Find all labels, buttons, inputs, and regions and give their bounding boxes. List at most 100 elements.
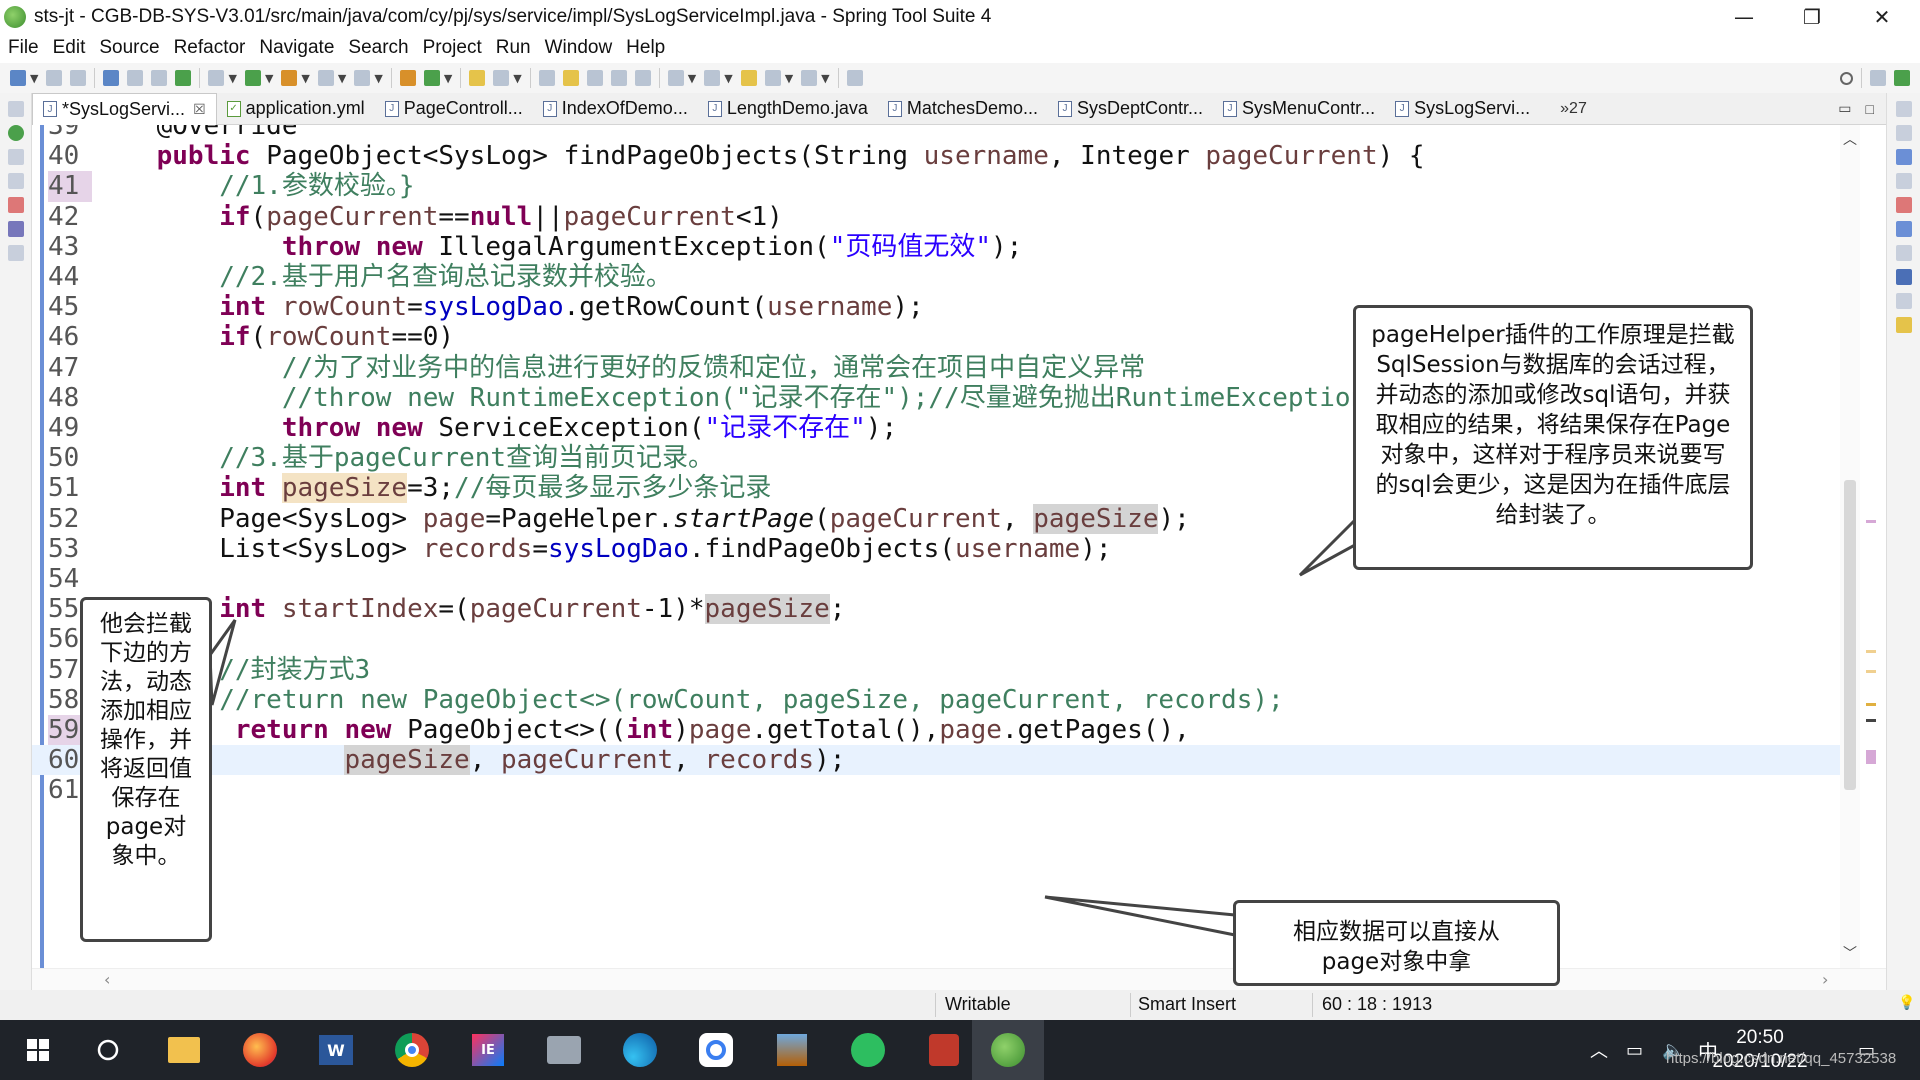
- mark-occurrences-icon[interactable]: [562, 70, 579, 86]
- search-icon[interactable]: [1840, 71, 1853, 85]
- javadoc-icon[interactable]: [1895, 221, 1912, 237]
- overview-mark[interactable]: [1866, 670, 1876, 673]
- code-line[interactable]: 41 //1.参数校验。}: [32, 171, 1854, 202]
- save-icon[interactable]: [46, 70, 63, 86]
- battery-icon[interactable]: ▭: [1626, 1020, 1643, 1080]
- last-edit-icon[interactable]: [740, 70, 757, 86]
- forward-icon[interactable]: [801, 70, 818, 86]
- taskbar-evernote[interactable]: [830, 1020, 906, 1080]
- code-line[interactable]: 59 return new PageObject<>((int)page.get…: [32, 715, 1854, 746]
- tab-syslogserviceimpl[interactable]: J *SysLogServi... ☒: [32, 92, 217, 125]
- tab-application-yml[interactable]: ✓ application.yml: [217, 93, 375, 125]
- menu-edit[interactable]: Edit: [53, 37, 86, 59]
- menu-source[interactable]: Source: [99, 37, 159, 59]
- new-class-icon[interactable]: [423, 70, 440, 86]
- external-tools-icon[interactable]: [281, 70, 298, 86]
- task-list-icon[interactable]: [1895, 149, 1912, 165]
- open-perspective-icon[interactable]: [1870, 70, 1886, 86]
- coverage-icon[interactable]: [151, 70, 168, 86]
- restore-right-2-icon[interactable]: [1895, 173, 1912, 189]
- taskbar-winrar[interactable]: [754, 1020, 830, 1080]
- console-icon[interactable]: [1895, 269, 1912, 285]
- maximize-editor-icon[interactable]: □: [1866, 101, 1874, 117]
- skip-breakpoints-icon[interactable]: [127, 70, 144, 86]
- tab-sysmenucontroller[interactable]: J SysMenuContr...: [1213, 93, 1385, 125]
- code-line[interactable]: 60 pageSize, pageCurrent, records);: [32, 745, 1854, 776]
- menu-refactor[interactable]: Refactor: [174, 37, 246, 59]
- tip-lightbulb-icon[interactable]: 💡: [1898, 994, 1915, 1011]
- new-icon[interactable]: [10, 70, 26, 86]
- pin-editor-icon[interactable]: [846, 70, 863, 86]
- terminal-icon[interactable]: [103, 70, 120, 86]
- overview-mark[interactable]: [1866, 703, 1876, 706]
- show-whitespace-icon[interactable]: [634, 70, 651, 86]
- menu-project[interactable]: Project: [423, 37, 482, 59]
- menu-search[interactable]: Search: [348, 37, 408, 59]
- restore-view-2-icon[interactable]: [7, 173, 24, 189]
- taskbar-edge[interactable]: [602, 1020, 678, 1080]
- tab-pagecontroller[interactable]: J PageControll...: [375, 93, 533, 125]
- overview-mark[interactable]: [1866, 650, 1876, 653]
- code-line[interactable]: 44 //2.基于用户名查询总记录数并校验。: [32, 262, 1854, 292]
- taskbar-spring-tool-suite[interactable]: [972, 1020, 1044, 1080]
- scroll-down-icon[interactable]: ﹀: [1843, 943, 1857, 963]
- previous-annotation-icon[interactable]: [704, 70, 721, 86]
- code-line[interactable]: 55 int startIndex=(pageCurrent-1)*pageSi…: [32, 594, 1854, 625]
- taskbar-network-tool[interactable]: [526, 1020, 602, 1080]
- vertical-scrollbar[interactable]: ︿ ﹀: [1840, 125, 1860, 968]
- tab-close-icon[interactable]: ☒: [193, 101, 206, 118]
- code-line[interactable]: 58 //return new PageObject<>(rowCount, p…: [32, 685, 1854, 715]
- progress-icon[interactable]: [1895, 293, 1912, 309]
- word-wrap-icon[interactable]: [586, 70, 603, 86]
- menu-navigate[interactable]: Navigate: [259, 37, 334, 59]
- horizontal-scrollbar[interactable]: ‹ ›: [32, 968, 1886, 990]
- code-line[interactable]: 43 throw new IllegalArgumentException("页…: [32, 232, 1854, 262]
- taskbar-chrome[interactable]: [374, 1020, 450, 1080]
- boot-dashboard-icon[interactable]: [7, 125, 24, 141]
- code-line[interactable]: 56: [32, 624, 1854, 654]
- taskbar-intellij[interactable]: IE: [450, 1020, 526, 1080]
- tab-matchesdemo[interactable]: J MatchesDemo...: [878, 93, 1048, 125]
- restore-view-icon[interactable]: [7, 101, 24, 117]
- declaration-icon[interactable]: [1895, 245, 1912, 261]
- menu-window[interactable]: Window: [545, 37, 613, 59]
- overview-mark[interactable]: [1866, 520, 1876, 523]
- search-view-icon[interactable]: [1895, 317, 1912, 333]
- next-annotation-icon[interactable]: [667, 70, 684, 86]
- spring-perspective-icon[interactable]: [1894, 70, 1910, 86]
- menu-file[interactable]: File: [8, 37, 39, 59]
- menu-run[interactable]: Run: [496, 37, 531, 59]
- overview-ruler[interactable]: [1860, 125, 1882, 968]
- taskbar-baidu-netdisk[interactable]: [678, 1020, 754, 1080]
- tab-lengthdemo[interactable]: J LengthDemo.java: [698, 93, 878, 125]
- code-line[interactable]: 39 @Override: [32, 125, 1854, 141]
- restore-right-icon[interactable]: [1895, 101, 1912, 117]
- task-view-button[interactable]: [70, 1020, 146, 1080]
- junit-icon[interactable]: [7, 221, 24, 237]
- toggle-annotation-icon[interactable]: [538, 70, 555, 86]
- scroll-right-icon[interactable]: ›: [1822, 970, 1828, 989]
- block-selection-icon[interactable]: [610, 70, 627, 86]
- taskbar-word[interactable]: W: [298, 1020, 374, 1080]
- start-button[interactable]: [0, 1020, 76, 1080]
- tab-syslogservice[interactable]: J SysLogServi...: [1385, 93, 1540, 125]
- stop-icon[interactable]: [317, 70, 334, 86]
- code-line[interactable]: 61 }: [32, 775, 1854, 805]
- overview-mark[interactable]: [1866, 719, 1876, 722]
- tab-indexofdemo[interactable]: J IndexOfDemo...: [533, 93, 698, 125]
- hierarchy-icon[interactable]: [7, 197, 24, 213]
- close-button[interactable]: ✕: [1852, 0, 1912, 34]
- tab-overflow-button[interactable]: »27: [1560, 100, 1587, 118]
- open-type-icon[interactable]: [469, 70, 486, 86]
- restore-button[interactable]: ❐: [1782, 0, 1842, 34]
- debug-icon[interactable]: [208, 70, 225, 86]
- back-icon[interactable]: [764, 70, 781, 86]
- code-line[interactable]: 42 if(pageCurrent==null||pageCurrent<1): [32, 202, 1854, 232]
- overview-mark[interactable]: [1866, 750, 1876, 764]
- save-all-icon[interactable]: [70, 70, 87, 86]
- problems-icon[interactable]: [1895, 197, 1912, 213]
- minimize-button[interactable]: —: [1714, 0, 1774, 34]
- taskbar-file-explorer[interactable]: [146, 1020, 222, 1080]
- code-line[interactable]: 40 public PageObject<SysLog> findPageObj…: [32, 141, 1854, 171]
- code-line[interactable]: 57 //封装方式3: [32, 655, 1854, 685]
